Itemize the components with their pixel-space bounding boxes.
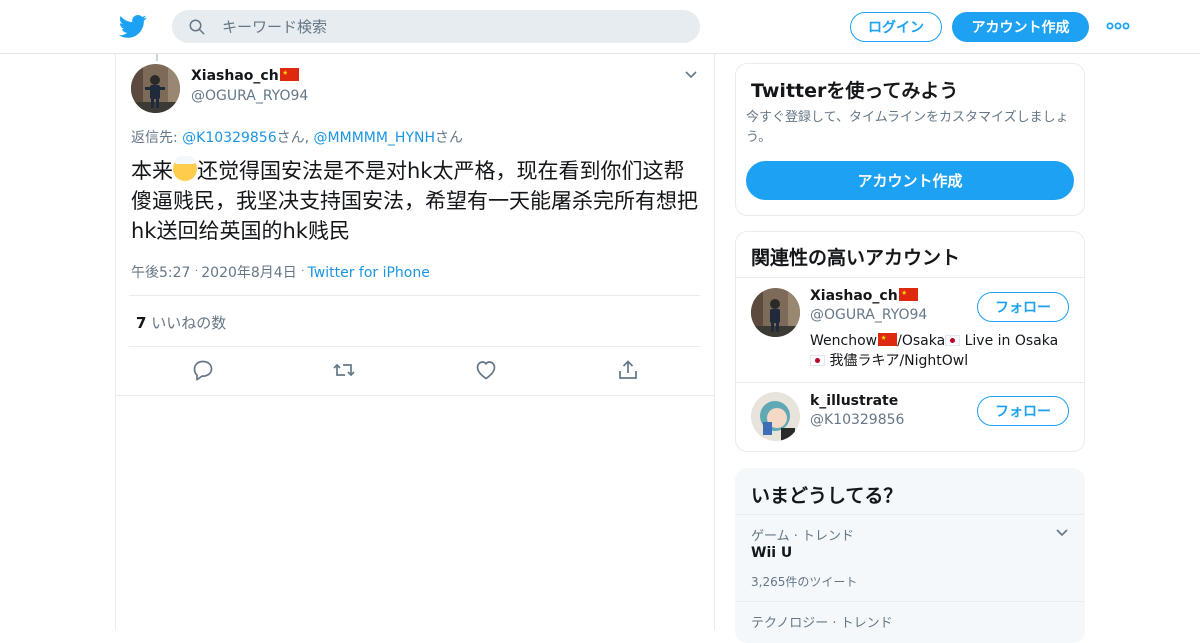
japan-flag-icon [810, 355, 825, 366]
signup-card-title: Twitterを使ってみよう [751, 80, 959, 102]
tweet-date[interactable]: 2020年8月4日 [201, 265, 296, 281]
tweet-author-handle[interactable]: @OGURA_RYO94 [191, 88, 308, 104]
related-accounts-title: 関連性の高いアカウント [751, 247, 961, 269]
divider [116, 395, 715, 396]
author-name-text: Xiashao_ch [191, 68, 279, 84]
bio-text: Wenchow [810, 333, 878, 349]
tweet-author-name[interactable]: Xiashao_ch [191, 68, 299, 84]
signup-button[interactable]: アカウント作成 [952, 12, 1089, 42]
china-flag-icon [898, 288, 918, 301]
trend-name: Wii U [751, 545, 793, 561]
reply-context: 返信先: @K10329856さん, @MMMMM_HYNHさん [131, 127, 463, 147]
reply-mention-link[interactable]: @MMMMM_HYNH [314, 130, 435, 146]
twitter-logo-icon[interactable] [119, 12, 147, 40]
tweet-text-part: 还觉得国安法是不是对hk太严格，现在看到你们这帮傻逼贱民，我坚决支持国安法，希望… [131, 159, 698, 243]
divider [736, 277, 1084, 278]
reply-suffix: さん [435, 130, 464, 146]
share-icon[interactable] [616, 358, 640, 382]
follow-button[interactable]: フォロー [977, 396, 1069, 426]
top-navigation-bar: ログイン アカウント作成 [0, 0, 1200, 54]
tweet-column: Xiashao_ch @OGURA_RYO94 返信先: @K10329856さ… [115, 54, 715, 630]
search-input[interactable] [222, 10, 682, 43]
chevron-down-icon[interactable] [1056, 529, 1068, 537]
trends-title: いまどうしてる？ [751, 485, 903, 507]
avatar[interactable] [751, 392, 800, 441]
divider [736, 514, 1084, 515]
tweet-actions [116, 358, 716, 384]
bio-text: 我儘ラキア/NightOwl [825, 353, 969, 369]
china-flag-icon [279, 68, 299, 81]
bio-text: Live in Osaka [960, 333, 1059, 349]
reply-separator: , [304, 130, 314, 146]
likes-count[interactable]: 7 いいねの数 [136, 312, 226, 333]
divider [129, 346, 700, 347]
likes-label: いいねの数 [151, 314, 227, 332]
create-account-button[interactable]: アカウント作成 [746, 161, 1074, 200]
account-handle[interactable]: @OGURA_RYO94 [810, 307, 927, 323]
login-button[interactable]: ログイン [850, 12, 942, 42]
tweet-text-part: 本来 [131, 159, 173, 183]
likes-number: 7 [136, 314, 147, 332]
trend-tweet-count: 3,265件のツイート [751, 575, 858, 589]
divider [129, 295, 700, 296]
tweet-text: 本来 还觉得国安法是不是对hk太严格，现在看到你们这帮傻逼贱民，我坚决支持国安法，… [131, 156, 701, 246]
divider [736, 382, 1084, 383]
bio-text: /Osaka [897, 333, 946, 349]
divider [736, 601, 1084, 602]
like-icon[interactable] [474, 358, 498, 382]
more-icon[interactable] [1106, 16, 1130, 36]
follow-button[interactable]: フォロー [977, 292, 1069, 322]
china-flag-icon [878, 333, 898, 346]
account-name[interactable]: k_illustrate [810, 393, 898, 409]
reply-suffix: さん [276, 130, 305, 146]
account-handle[interactable]: @K10329856 [810, 412, 904, 428]
tweet-meta: 午後5:27 · 2020年8月4日 · Twitter for iPhone [131, 262, 430, 282]
related-accounts-card: 関連性の高いアカウント Xiashao_ch @OGURA_RYO94 Wenc… [735, 231, 1085, 452]
avatar[interactable] [131, 64, 180, 113]
account-name[interactable]: Xiashao_ch [810, 288, 918, 304]
search-box[interactable] [172, 10, 700, 43]
old-man-emoji-icon [173, 156, 197, 181]
reply-mention-link[interactable]: @K10329856 [182, 130, 276, 146]
chevron-down-icon[interactable] [684, 70, 698, 80]
tweet-source-link[interactable]: Twitter for iPhone [308, 265, 430, 281]
signup-card: Twitterを使ってみよう 今すぐ登録して、タイムラインをカスタマイズしましょ… [735, 63, 1085, 216]
trend-category: テクノロジー · トレンド [751, 616, 893, 631]
tweet-time[interactable]: 午後5:27 [131, 265, 190, 281]
trends-card: いまどうしてる？ ゲーム · トレンド Wii U 3,265件のツイート テク… [735, 468, 1085, 643]
reply-prefix: 返信先: [131, 130, 183, 146]
signup-card-description: 今すぐ登録して、タイムラインをカスタマイズしましょう。 [746, 110, 1069, 145]
account-name-text: Xiashao_ch [810, 288, 898, 304]
avatar[interactable] [751, 288, 800, 337]
trend-category: ゲーム · トレンド [751, 529, 855, 544]
japan-flag-icon [945, 335, 961, 346]
retweet-icon[interactable] [332, 358, 356, 382]
thread-connector [156, 54, 158, 61]
search-icon [189, 19, 205, 35]
reply-icon[interactable] [191, 358, 215, 382]
account-bio: Wenchow/Osaka Live in Osaka 我儘ラキア/NightO… [810, 331, 1072, 371]
